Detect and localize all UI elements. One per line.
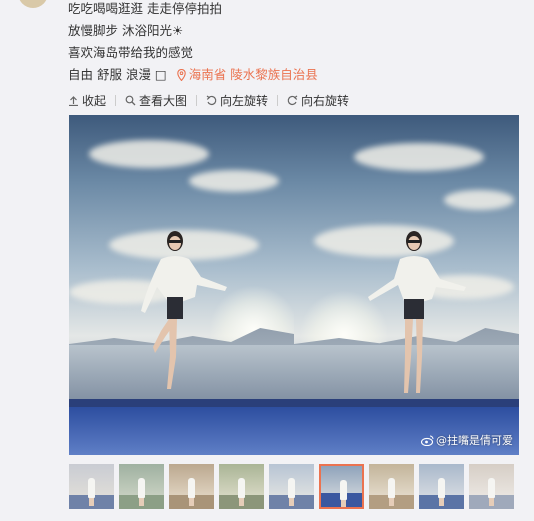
rotate-left-label: 向左旋转 <box>220 93 269 108</box>
location-text: 海南省 陵水黎族自治县 <box>188 67 318 82</box>
location-link[interactable]: 海南省 陵水黎族自治县 <box>176 67 318 82</box>
main-photo[interactable]: @拄嘴是倩可爱 <box>69 115 519 455</box>
toolbar-divider <box>277 94 279 106</box>
thumbnail[interactable] <box>469 464 514 509</box>
view-large-button[interactable]: 查看大图 <box>125 92 187 109</box>
rotate-right-label: 向右旋转 <box>301 93 350 108</box>
thumbnail[interactable] <box>69 464 114 509</box>
photo-pool <box>69 407 294 455</box>
rotate-left-icon <box>206 95 217 105</box>
collapse-label: 收起 <box>82 93 107 108</box>
rotate-right-icon <box>287 95 298 105</box>
photo-cloud <box>444 190 514 210</box>
thumbnail[interactable] <box>369 464 414 509</box>
rotate-left-button[interactable]: 向左旋转 <box>206 92 268 109</box>
photo-person <box>368 231 466 393</box>
photo-left-half <box>69 115 294 455</box>
post-line-4-text: 自由 舒服 浪漫 □ <box>68 67 167 82</box>
watermark-text: @拄嘴是倩可爱 <box>436 434 513 447</box>
post-line-3: 喜欢海岛带给我的感觉 <box>68 45 194 60</box>
search-icon <box>125 95 136 105</box>
photo-cloud <box>354 143 484 171</box>
thumbnail[interactable] <box>119 464 164 509</box>
thumbnail-strip <box>69 464 519 509</box>
rotate-right-button[interactable]: 向右旋转 <box>287 92 349 109</box>
thumbnail[interactable] <box>219 464 264 509</box>
photo-cloud <box>189 170 279 192</box>
post-line-1: 吃吃喝喝逛逛 走走停停拍拍 <box>68 1 222 16</box>
view-large-label: 查看大图 <box>139 93 188 108</box>
collapse-icon <box>69 95 78 106</box>
thumbnail-active[interactable] <box>319 464 364 509</box>
post-line-2: 放慢脚步 沐浴阳光☀ <box>68 23 184 38</box>
photo-watermark: @拄嘴是倩可爱 <box>421 432 513 448</box>
post-text: 吃吃喝喝逛逛 走走停停拍拍 放慢脚步 沐浴阳光☀ 喜欢海岛带给我的感觉 自由 舒… <box>68 0 318 86</box>
photo-toolbar: 收起 查看大图 向左旋转 向右旋转 <box>68 91 349 109</box>
toolbar-divider <box>115 94 117 106</box>
photo-right-half <box>294 115 519 455</box>
post-line-4: 自由 舒服 浪漫 □ 海南省 陵水黎族自治县 <box>68 64 318 86</box>
thumbnail[interactable] <box>419 464 464 509</box>
collapse-button[interactable]: 收起 <box>68 92 106 109</box>
weibo-logo-icon <box>421 435 434 446</box>
photo-cloud <box>89 140 209 168</box>
photo-person <box>141 231 227 389</box>
thumbnail[interactable] <box>169 464 214 509</box>
avatar[interactable] <box>18 0 48 8</box>
location-pin-icon <box>176 66 186 88</box>
thumbnail[interactable] <box>269 464 314 509</box>
toolbar-divider <box>196 94 198 106</box>
